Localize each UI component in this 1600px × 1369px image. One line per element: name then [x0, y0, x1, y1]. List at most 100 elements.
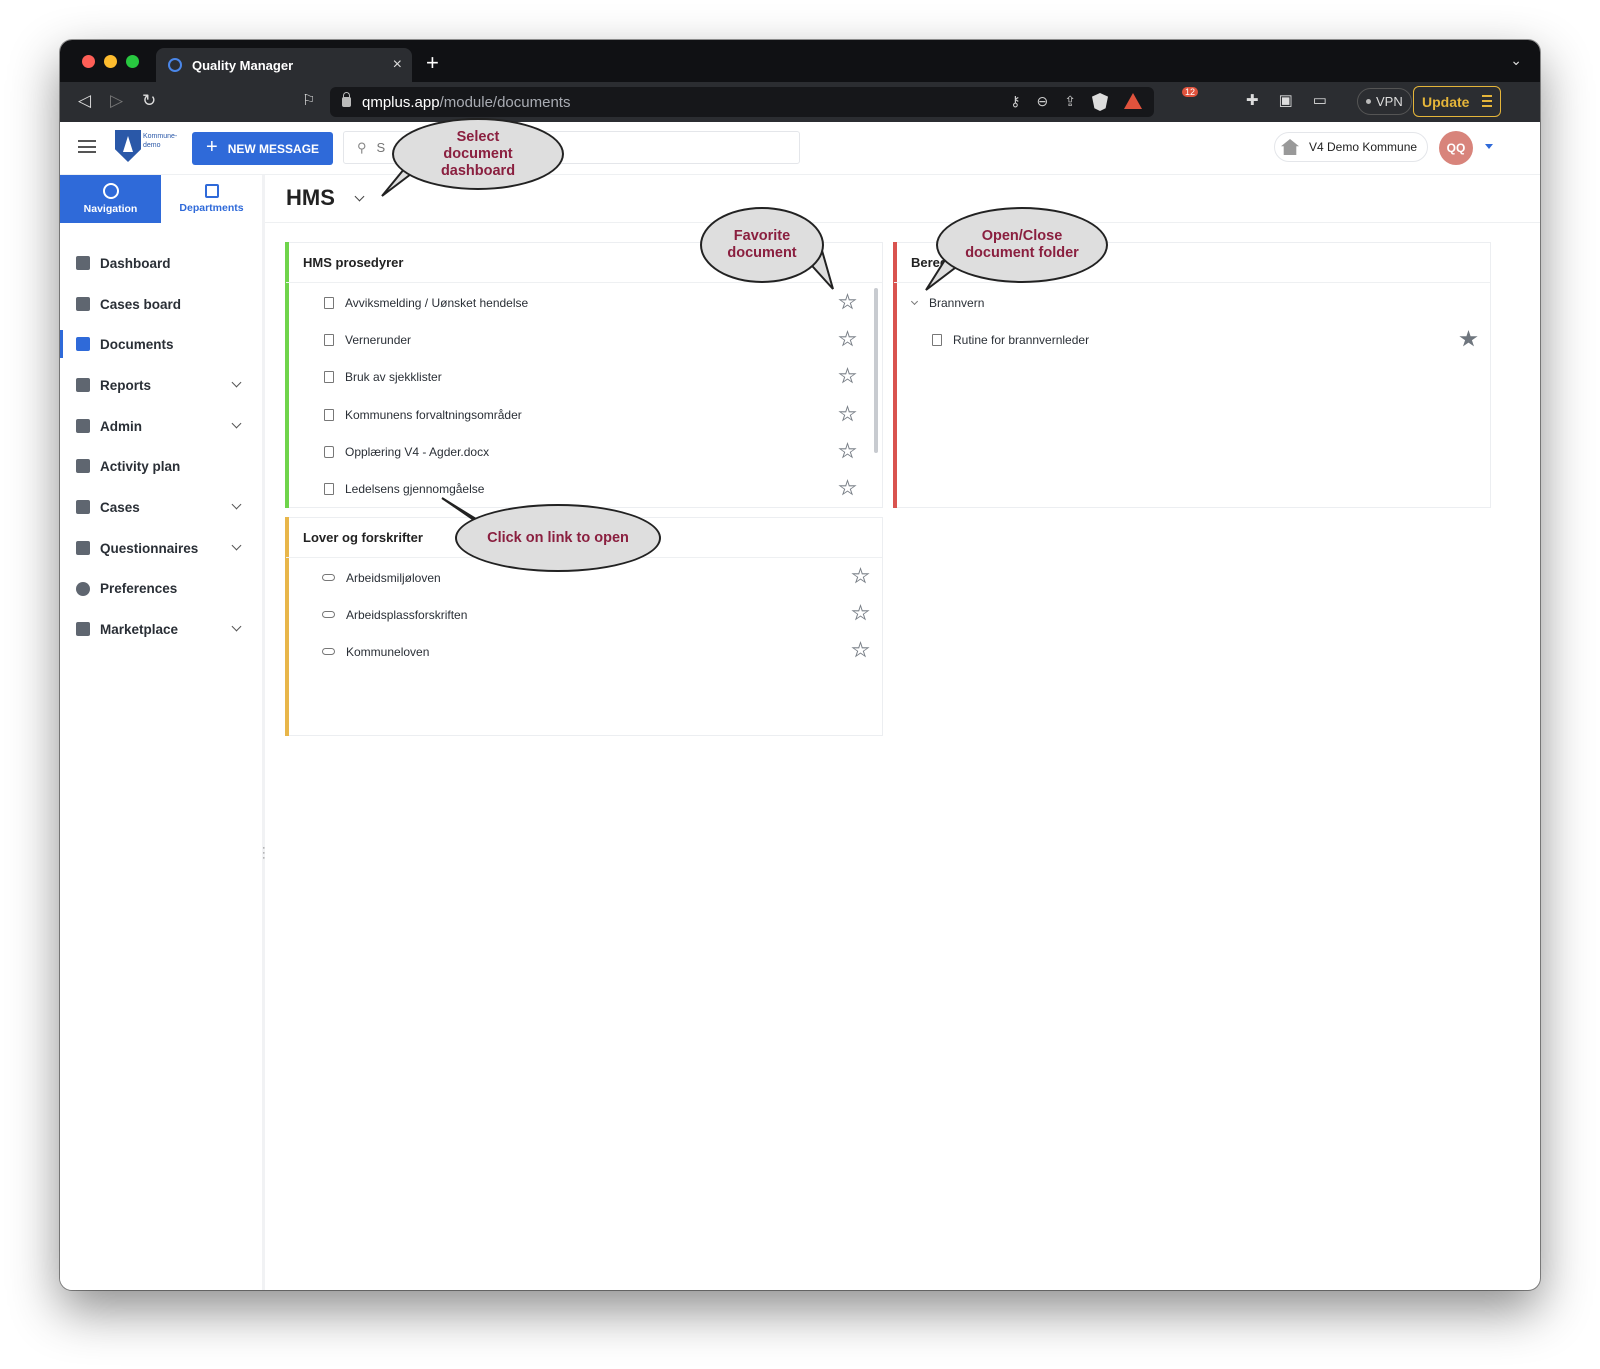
tab-navigation-label: Navigation [83, 203, 138, 215]
puzzle-icon[interactable]: ✚ [1246, 91, 1259, 109]
sidebar-item-questionnaires[interactable]: Questionnaires [60, 528, 262, 569]
org-selector[interactable]: V4 Demo Kommune [1274, 132, 1429, 162]
compass-icon [102, 183, 119, 199]
sidebar-item-cases-board[interactable]: Cases board [60, 284, 262, 325]
lock-icon [342, 92, 351, 107]
maximize-window-button[interactable] [126, 55, 139, 68]
document-row[interactable]: Vernerunder [286, 321, 882, 358]
browser-toolbar: ◁ ▷ ↻ ⚐ qmplus.app/module/documents ⚷ ⊖ … [60, 82, 1540, 122]
sidebar-item-label: Cases [100, 499, 140, 515]
chevron-down-icon[interactable] [354, 191, 365, 202]
clipboard-icon [76, 540, 90, 555]
share-icon[interactable]: ⇪ [1064, 93, 1076, 111]
document-icon [932, 333, 942, 346]
chevron-down-icon[interactable] [231, 418, 242, 429]
close-window-button[interactable] [82, 55, 95, 68]
document-icon [324, 408, 334, 421]
chevron-down-icon[interactable] [231, 377, 242, 388]
vpn-button[interactable]: VPN [1357, 88, 1412, 115]
document-link[interactable]: Arbeidsmiljøloven [346, 571, 441, 585]
document-row[interactable]: Bruk av sjekklister [286, 358, 882, 395]
sidebar-item-reports[interactable]: Reports [60, 365, 262, 406]
tab-close-icon[interactable]: × [393, 56, 402, 74]
key-icon[interactable]: ⚷ [1010, 93, 1020, 111]
home-icon [1281, 139, 1299, 155]
document-link[interactable]: Rutine for brannvernleder [953, 333, 1089, 347]
cases-icon [76, 500, 90, 515]
shield-logo-icon [115, 130, 141, 162]
folder-icon [76, 337, 90, 352]
document-row[interactable]: Kommunens forvaltningsområder [286, 396, 882, 433]
chevron-down-icon[interactable] [910, 297, 919, 305]
back-icon[interactable]: ◁ [78, 91, 91, 111]
folder-row[interactable]: Brannvern [894, 284, 1490, 321]
brave-rewards-icon[interactable] [1124, 93, 1142, 109]
sidebar-item-documents[interactable]: Documents [60, 324, 262, 365]
sidebar-item-activity-plan[interactable]: Activity plan [60, 446, 262, 487]
bookmark-icon[interactable]: ⚐ [302, 91, 315, 109]
new-message-button[interactable]: + NEW MESSAGE [192, 132, 333, 165]
document-link[interactable]: Ledelsens gjennomgåelse [345, 482, 484, 496]
update-button[interactable]: Update [1413, 86, 1501, 117]
vpn-status-icon [1366, 99, 1371, 104]
chevron-down-icon[interactable] [231, 499, 242, 510]
tab-navigation[interactable]: Navigation [60, 175, 161, 223]
document-link[interactable]: Bruk av sjekklister [345, 370, 442, 384]
minimize-window-button[interactable] [104, 55, 117, 68]
forward-icon[interactable]: ▷ [110, 91, 123, 111]
tab-list-chevron-icon[interactable]: ⌄ [1510, 52, 1522, 69]
notification-badge: 12 [1182, 87, 1199, 97]
sidebar-item-admin[interactable]: Admin [60, 406, 262, 447]
chevron-down-icon[interactable] [231, 540, 242, 551]
url-host: qmplus.app [362, 93, 440, 111]
sidebar-item-label: Activity plan [100, 459, 181, 475]
sidebar-toggle-icon[interactable]: ▣ [1279, 91, 1293, 109]
scrollbar[interactable] [874, 288, 878, 453]
sidebar-item-cases[interactable]: Cases [60, 487, 262, 528]
app-header: Kommune- demo + NEW MESSAGE ⚲ V4 Demo Kom… [60, 122, 1540, 175]
caret-down-icon[interactable] [1485, 144, 1493, 149]
zoom-icon[interactable]: ⊖ [1037, 93, 1049, 111]
link-icon [322, 648, 335, 655]
chevron-down-icon[interactable] [231, 621, 242, 632]
sidebar-item-preferences[interactable]: Preferences [60, 569, 262, 610]
new-message-label: NEW MESSAGE [227, 141, 320, 156]
sidebar: Navigation Departments Dashboard Cases b… [60, 175, 266, 1290]
sidebar-item-marketplace[interactable]: Marketplace [60, 609, 262, 650]
document-link[interactable]: Kommuneloven [346, 645, 429, 659]
address-bar[interactable]: qmplus.app/module/documents ⚷ ⊖ ⇪ [330, 87, 1154, 117]
browser-tab[interactable]: Quality Manager × [156, 48, 412, 82]
sidebar-item-label: Documents [100, 337, 174, 353]
hamburger-menu-icon[interactable] [78, 140, 96, 153]
word-document-icon [324, 445, 334, 458]
avatar[interactable]: QQ [1439, 131, 1473, 165]
dashboard-selector[interactable]: HMS [286, 185, 335, 211]
menu-icon [1482, 95, 1492, 107]
plus-icon: + [206, 136, 218, 158]
document-link[interactable]: Vernerunder [345, 333, 411, 347]
org-chart-icon [204, 184, 219, 198]
document-row[interactable]: Opplæring V4 - Agder.docx [286, 433, 882, 470]
document-link[interactable]: Arbeidsplassforskriften [346, 608, 467, 622]
document-row[interactable]: Arbeidsplassforskriften [286, 596, 882, 633]
bar-chart-icon [76, 378, 90, 393]
sidebar-item-label: Reports [100, 377, 152, 393]
url-path: /module/documents [439, 93, 571, 111]
logo[interactable]: Kommune- demo [115, 130, 185, 166]
document-row[interactable]: Kommuneloven [286, 633, 882, 670]
sidebar-item-dashboard[interactable]: Dashboard [60, 243, 262, 284]
document-link[interactable]: Avviksmelding / Uønsket hendelse [345, 296, 528, 310]
wallet-icon[interactable]: ▭ [1313, 91, 1327, 109]
extension-icons: ✚ ▣ ▭ [1246, 91, 1327, 109]
tab-departments[interactable]: Departments [161, 175, 262, 223]
document-row[interactable]: Rutine for brannvernleder [894, 321, 1490, 358]
document-link[interactable]: Kommunens forvaltningsområder [345, 408, 522, 422]
new-tab-button[interactable]: + [426, 50, 439, 76]
tab-favicon-icon [168, 58, 182, 72]
gear-icon [76, 581, 90, 596]
brave-shield-icon[interactable] [1092, 93, 1108, 111]
reload-icon[interactable]: ↻ [142, 91, 156, 111]
sidebar-resize-handle[interactable]: · · · [262, 843, 266, 864]
document-link[interactable]: Opplæring V4 - Agder.docx [345, 445, 489, 459]
document-row[interactable]: Ledelsens gjennomgåelse [286, 470, 882, 507]
